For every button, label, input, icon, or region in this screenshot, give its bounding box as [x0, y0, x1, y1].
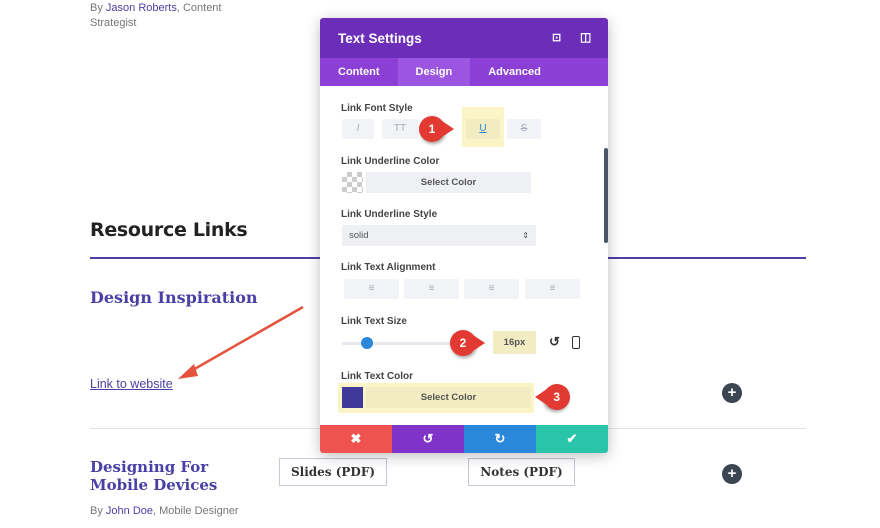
text-size-label: Link Text Size [341, 316, 407, 327]
align-justify-button[interactable]: ≡ [525, 279, 580, 299]
mobile-icon[interactable] [572, 336, 580, 349]
byline-top-line2: Strategist [90, 17, 137, 29]
panel-title: Text Settings [338, 31, 422, 46]
title-line2: Mobile Devices [90, 476, 218, 494]
fullscreen-icon[interactable]: ⊡ [552, 31, 561, 44]
section-title: Resource Links [90, 219, 248, 241]
reset-icon[interactable]: ↺ [549, 334, 560, 350]
panel-header: Text Settings ⊡ ◫ [320, 18, 608, 58]
select-value: solid [349, 230, 369, 241]
undo-button[interactable]: ↺ [392, 425, 464, 453]
panel-footer: ✖ ↺ ↻ ✔ [320, 425, 608, 453]
add-icon[interactable]: + [722, 464, 742, 484]
underline-color-button[interactable]: Select Color [366, 172, 531, 193]
underline-style-label: Link Underline Style [341, 209, 438, 220]
sidebar-toggle-icon[interactable]: ◫ [580, 30, 591, 44]
callout-3: 3 [544, 384, 570, 410]
text-color-button[interactable]: Select Color [366, 387, 531, 408]
save-button[interactable]: ✔ [536, 425, 608, 453]
callout-1: 1 [419, 116, 454, 142]
arrow-annotation [178, 305, 304, 379]
text-color-swatch[interactable] [342, 387, 363, 408]
tab-content[interactable]: Content [320, 58, 398, 86]
underline-color-label: Link Underline Color [341, 156, 440, 167]
underline-style-select[interactable]: solid ⇕ [342, 225, 536, 246]
size-slider-handle[interactable] [361, 337, 373, 349]
underline-button[interactable]: U [466, 119, 500, 139]
align-left-button[interactable]: ≡ [344, 279, 399, 299]
byline-prefix: By [90, 2, 106, 14]
byline-top: By Jason Roberts, Content [90, 1, 221, 15]
link-to-website[interactable]: Link to website [90, 377, 173, 391]
align-center-button[interactable]: ≡ [404, 279, 459, 299]
uppercase-button[interactable]: TT [382, 119, 418, 139]
notes-pdf-button[interactable]: Notes (PDF) [468, 458, 575, 486]
add-icon[interactable]: + [722, 383, 742, 403]
byline-bottom: By John Doe, Mobile Designer [90, 504, 239, 518]
slides-pdf-button[interactable]: Slides (PDF) [279, 458, 387, 486]
text-color-label: Link Text Color [341, 371, 414, 382]
align-right-button[interactable]: ≡ [464, 279, 519, 299]
callout-number: 3 [553, 390, 561, 404]
callout-2: 2 [450, 330, 485, 356]
italic-button[interactable]: I [342, 119, 374, 139]
panel-tabs: Content Design Advanced [320, 58, 608, 86]
link-font-style-label: Link Font Style [341, 103, 413, 114]
author-link[interactable]: Jason Roberts [106, 2, 177, 14]
text-settings-panel: Text Settings ⊡ ◫ Content Design Advance… [320, 18, 608, 453]
author-link[interactable]: John Doe [106, 505, 153, 517]
tab-advanced[interactable]: Advanced [470, 58, 559, 86]
byline-suffix: , Content [176, 2, 222, 14]
byline-prefix: By [90, 505, 106, 517]
byline-suffix: , Mobile Designer [153, 505, 239, 517]
title-line1: Designing For [90, 458, 209, 476]
strikethrough-button[interactable]: S [507, 119, 541, 139]
redo-button[interactable]: ↻ [464, 425, 536, 453]
select-arrows-icon: ⇕ [522, 231, 529, 240]
cancel-button[interactable]: ✖ [320, 425, 392, 453]
transparent-swatch[interactable] [342, 172, 363, 193]
tab-design[interactable]: Design [397, 58, 471, 86]
size-slider-track[interactable] [342, 342, 452, 345]
scrollbar[interactable] [604, 148, 608, 243]
text-size-input[interactable]: 16px [493, 331, 536, 354]
alignment-label: Link Text Alignment [341, 262, 436, 273]
item-title-mobile: Designing For Mobile Devices [90, 458, 217, 494]
